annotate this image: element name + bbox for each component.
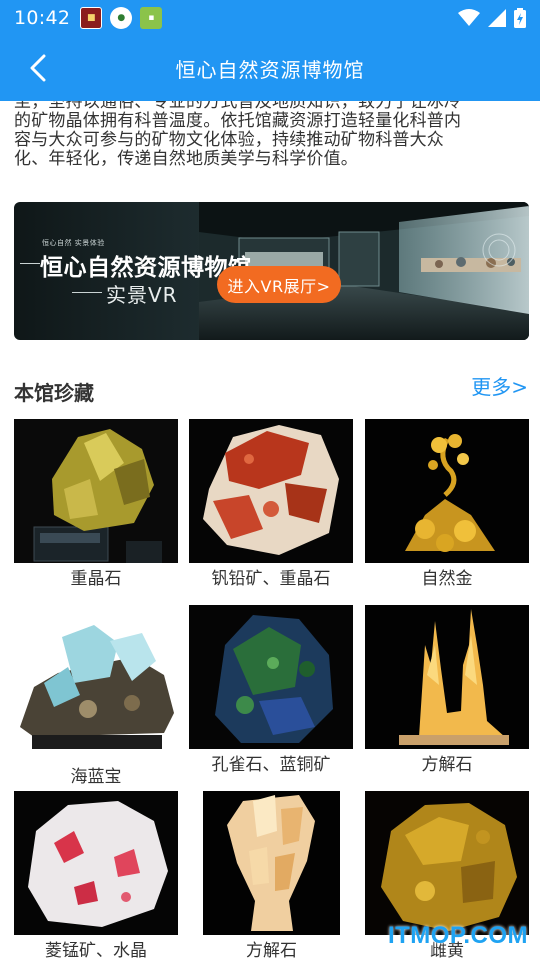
enter-vr-button[interactable]: 进入VR展厅>	[217, 266, 341, 303]
decorative-line	[20, 263, 40, 264]
collection-header: 本馆珍藏 更多>	[14, 369, 528, 405]
chevron-left-icon	[30, 54, 46, 82]
vr-small-caption: 恒心自然 实景体验	[42, 239, 105, 247]
app-bar: 恒心自然资源博物馆	[0, 36, 540, 101]
app-notification-icon: ●	[110, 7, 133, 29]
item-name: 钒铅矿、重晶石	[211, 569, 331, 589]
orpiment-photo	[365, 791, 529, 935]
page-title: 恒心自然资源博物馆	[175, 58, 365, 82]
item-name: 自然金	[421, 569, 473, 589]
collection-title: 本馆珍藏	[14, 381, 94, 405]
item-name: 方解石	[421, 755, 473, 775]
top-bar: 10:42 ■ ● ▪ 恒心自然资源博物馆	[0, 0, 540, 101]
calcite-photo	[365, 605, 529, 749]
vr-banner[interactable]: 恒心自然 实景体验 恒心自然资源博物馆 实景VR 进入VR展厅>	[14, 202, 529, 340]
status-time: 10:42	[14, 7, 71, 29]
decorative-line	[72, 292, 102, 293]
watermark: ITMOP.COM	[387, 922, 528, 949]
status-indicators	[458, 8, 526, 28]
more-link[interactable]: 更多>	[471, 371, 528, 400]
collection-item[interactable]: 钒铅矿、重晶石	[189, 419, 353, 590]
app-screen: 10:42 ■ ● ▪ 恒心自然资源博物馆 至，坚持以通俗、专业的方式普及地质知…	[0, 0, 540, 960]
collection-item[interactable]: 重晶石	[14, 419, 178, 590]
barite-photo	[14, 419, 178, 563]
content-scroll[interactable]: 至，坚持以通俗、专业的方式普及地质知识，致力于让冰冷 的矿物晶体拥有科普温度。依…	[0, 101, 540, 960]
collection-item[interactable]: 自然金	[365, 419, 529, 590]
intro-line: 容与大众可参与的矿物文化体验，持续推动矿物科普大众	[14, 130, 444, 150]
intro-line: 化、年轻化，传递自然地质美学与科学价值。	[14, 149, 358, 169]
signal-icon	[488, 9, 506, 27]
museum-intro-text: 至，坚持以通俗、专业的方式普及地质知识，致力于让冰冷 的矿物晶体拥有科普温度。依…	[14, 101, 526, 169]
item-name: 重晶石	[70, 569, 122, 589]
aquamarine-photo	[14, 617, 178, 761]
battery-icon	[514, 8, 526, 28]
app-notification-icon: ▪	[140, 7, 163, 29]
rhodochrosite-photo	[14, 791, 178, 935]
item-name: 海蓝宝	[70, 767, 122, 787]
back-button[interactable]	[18, 48, 58, 88]
vr-banner-subtitle: 实景VR	[106, 283, 178, 307]
malachite-photo	[189, 605, 353, 749]
collection-item[interactable]: 海蓝宝	[14, 617, 178, 788]
gold-photo	[365, 419, 529, 563]
item-name: 孔雀石、蓝铜矿	[211, 755, 331, 775]
notification-icons: ■ ● ▪	[80, 7, 163, 29]
wifi-icon	[458, 9, 480, 26]
app-notification-icon: ■	[80, 7, 103, 29]
item-name: 菱锰矿、水晶	[45, 941, 147, 960]
collection-item[interactable]: 菱锰矿、水晶	[14, 791, 178, 960]
status-bar: 10:42 ■ ● ▪	[0, 0, 540, 36]
vanadinite-photo	[189, 419, 353, 563]
intro-line: 的矿物晶体拥有科普温度。依托馆藏资源打造轻量化科普内	[14, 111, 462, 131]
collection-item[interactable]: 方解石	[203, 791, 340, 960]
collection-item[interactable]: 方解石	[365, 605, 529, 776]
item-name: 方解石	[246, 941, 297, 960]
calcite-photo-2	[203, 791, 340, 935]
collection-item[interactable]: 孔雀石、蓝铜矿	[189, 605, 353, 776]
